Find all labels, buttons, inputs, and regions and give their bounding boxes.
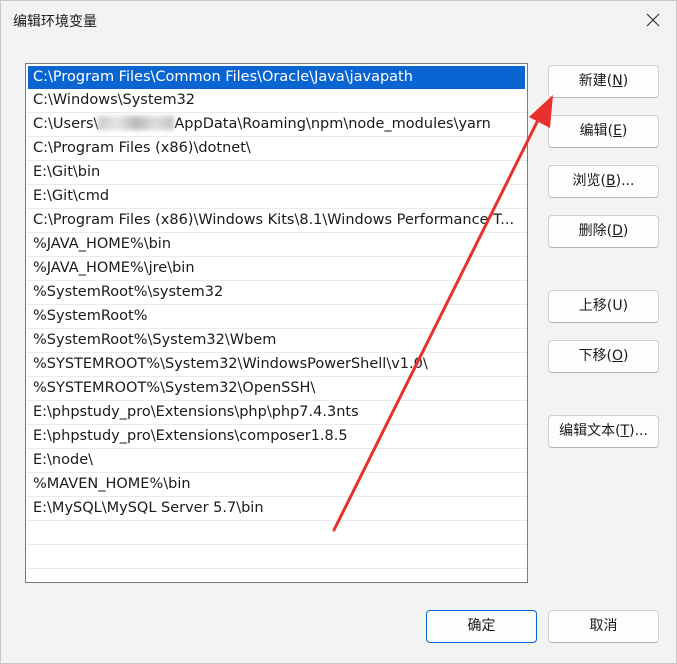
list-item[interactable]: %SYSTEMROOT%\System32\WindowsPowerShell\… [26,353,527,377]
move-up-button-suffix: ) [622,298,629,314]
window-title: 编辑环境变量 [13,14,97,30]
user-path-prefix: C:\Users\ [33,116,99,132]
list-item[interactable]: %SystemRoot% [26,305,527,329]
redacted-username [98,116,175,130]
edit-text-button-accel: T [620,423,630,439]
list-item[interactable]: E:\Git\bin [26,161,527,185]
move-up-button[interactable]: 上移(U) [548,290,659,323]
move-up-button-label: 上移( [578,298,613,314]
list-item[interactable]: C:\Users\ AppData\Roaming\npm\node_module… [26,113,527,137]
delete-button-suffix: ) [622,223,629,239]
edit-button-label: 编辑( [579,123,614,139]
list-item[interactable]: E:\phpstudy_pro\Extensions\php\php7.4.3n… [26,401,527,425]
new-button-label: 新建( [578,73,613,89]
edit-button-accel: E [613,123,622,139]
edit-button-suffix: ) [621,123,628,139]
new-button-accel: N [612,73,623,89]
move-down-button-label: 下移( [578,348,612,364]
delete-button-accel: D [612,223,623,239]
list-item[interactable]: %SystemRoot%\System32\Wbem [26,329,527,353]
delete-button[interactable]: 删除(D) [548,215,659,248]
move-down-button-suffix: ) [623,348,629,364]
close-icon [646,13,660,27]
edit-button[interactable]: 编辑(E) [548,115,659,148]
move-up-button-accel: U [612,298,623,314]
new-button[interactable]: 新建(N) [548,65,659,98]
browse-button-accel: B [606,173,616,189]
list-item[interactable]: E:\Git\cmd [26,185,527,209]
move-down-button[interactable]: 下移(O) [548,340,659,373]
edit-text-button-label: 编辑文本( [559,423,621,439]
edit-text-button[interactable]: 编辑文本(T)... [548,415,659,448]
cancel-button[interactable]: 取消 [548,610,659,643]
browse-button-suffix: )... [615,173,635,189]
empty-list-row[interactable] [26,545,527,569]
ok-button[interactable]: 确定 [426,610,537,643]
browse-button-label: 浏览( [572,173,607,189]
edit-text-button-suffix: )... [629,423,648,439]
empty-list-row[interactable] [26,521,527,545]
list-item[interactable]: %JAVA_HOME%\jre\bin [26,257,527,281]
list-item[interactable]: %SystemRoot%\system32 [26,281,527,305]
list-item[interactable]: C:\Program Files\Common Files\Oracle\Jav… [28,66,525,89]
browse-button[interactable]: 浏览(B)... [548,165,659,198]
delete-button-label: 删除( [578,223,613,239]
list-item[interactable]: C:\Windows\System32 [26,89,527,113]
list-item[interactable]: %MAVEN_HOME%\bin [26,473,527,497]
list-item[interactable]: C:\Program Files (x86)\Windows Kits\8.1\… [26,209,527,233]
user-path-suffix: AppData\Roaming\npm\node_modules\yarn [174,116,491,132]
list-item[interactable]: E:\MySQL\MySQL Server 5.7\bin [26,497,527,521]
list-item[interactable]: %SYSTEMROOT%\System32\OpenSSH\ [26,377,527,401]
list-item[interactable]: E:\node\ [26,449,527,473]
list-item[interactable]: C:\Program Files (x86)\dotnet\ [26,137,527,161]
list-item[interactable]: E:\phpstudy_pro\Extensions\composer1.8.5 [26,425,527,449]
move-down-button-accel: O [611,348,624,364]
path-list[interactable]: C:\Program Files\Common Files\Oracle\Jav… [25,63,528,583]
edit-env-var-dialog: 编辑环境变量 C:\Program Files\Common Files\Ora… [0,0,677,664]
close-button[interactable] [630,1,676,39]
list-item[interactable]: %JAVA_HOME%\bin [26,233,527,257]
title-bar: 编辑环境变量 [1,1,676,39]
new-button-suffix: ) [622,73,629,89]
